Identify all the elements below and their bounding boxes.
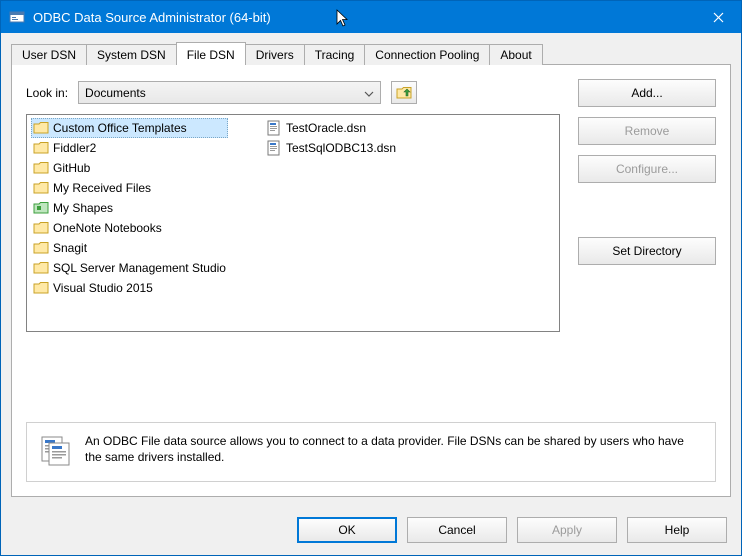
tabstrip: User DSN System DSN File DSN Drivers Tra… bbox=[11, 41, 731, 65]
help-button[interactable]: Help bbox=[627, 517, 727, 543]
folder-icon bbox=[33, 120, 49, 136]
tab-connection-pooling[interactable]: Connection Pooling bbox=[364, 44, 490, 65]
list-item[interactable]: Fiddler2 bbox=[31, 138, 228, 158]
folder-icon bbox=[33, 260, 49, 276]
chevron-down-icon bbox=[364, 86, 374, 100]
item-label: TestSqlODBC13.dsn bbox=[286, 141, 396, 155]
list-item[interactable]: TestOracle.dsn bbox=[264, 118, 398, 138]
item-label: My Shapes bbox=[53, 201, 113, 215]
lookin-value: Documents bbox=[85, 86, 146, 100]
set-directory-button[interactable]: Set Directory bbox=[578, 237, 716, 265]
dsn-file-icon bbox=[266, 120, 282, 136]
apply-button[interactable]: Apply bbox=[517, 517, 617, 543]
close-button[interactable] bbox=[695, 1, 741, 33]
lookin-combo[interactable]: Documents bbox=[78, 81, 381, 104]
folder-icon bbox=[33, 240, 49, 256]
add-button[interactable]: Add... bbox=[578, 79, 716, 107]
folder-up-button[interactable] bbox=[391, 81, 417, 104]
dsn-info-icon bbox=[39, 433, 73, 467]
item-label: Custom Office Templates bbox=[53, 121, 187, 135]
window-title: ODBC Data Source Administrator (64-bit) bbox=[33, 10, 271, 25]
list-item[interactable]: Snagit bbox=[31, 238, 228, 258]
lookin-label: Look in: bbox=[26, 86, 68, 100]
folder-icon bbox=[33, 180, 49, 196]
folder-icon bbox=[33, 220, 49, 236]
list-item[interactable]: My Shapes bbox=[31, 198, 228, 218]
folder-icon bbox=[33, 280, 49, 296]
app-icon bbox=[9, 9, 25, 25]
item-label: GitHub bbox=[53, 161, 90, 175]
file-list-col2: TestOracle.dsn TestSqlODBC13.dsn bbox=[264, 118, 398, 158]
dialog-footer: OK Cancel Apply Help bbox=[1, 507, 741, 555]
tab-file-dsn[interactable]: File DSN bbox=[176, 42, 246, 65]
info-text: An ODBC File data source allows you to c… bbox=[85, 433, 703, 465]
item-label: SQL Server Management Studio bbox=[53, 261, 226, 275]
folder-icon bbox=[33, 160, 49, 176]
item-label: My Received Files bbox=[53, 181, 151, 195]
dsn-file-icon bbox=[266, 140, 282, 156]
client-area: User DSN System DSN File DSN Drivers Tra… bbox=[1, 33, 741, 507]
folder-icon bbox=[33, 140, 49, 156]
tab-system-dsn[interactable]: System DSN bbox=[86, 44, 177, 65]
list-item[interactable]: Custom Office Templates bbox=[31, 118, 228, 138]
ok-button[interactable]: OK bbox=[297, 517, 397, 543]
item-label: TestOracle.dsn bbox=[286, 121, 366, 135]
tab-tracing[interactable]: Tracing bbox=[304, 44, 366, 65]
list-item[interactable]: TestSqlODBC13.dsn bbox=[264, 138, 398, 158]
item-label: OneNote Notebooks bbox=[53, 221, 162, 235]
cursor-icon bbox=[336, 9, 352, 32]
list-item[interactable]: Visual Studio 2015 bbox=[31, 278, 228, 298]
lookin-row: Look in: Documents Add... Remov bbox=[26, 81, 716, 104]
item-label: Visual Studio 2015 bbox=[53, 281, 153, 295]
file-list-col1: Custom Office Templates Fiddler2 GitHub bbox=[31, 118, 228, 298]
remove-button[interactable]: Remove bbox=[578, 117, 716, 145]
list-item[interactable]: My Received Files bbox=[31, 178, 228, 198]
info-box: An ODBC File data source allows you to c… bbox=[26, 422, 716, 482]
file-list[interactable]: Custom Office Templates Fiddler2 GitHub bbox=[26, 114, 560, 332]
tab-about[interactable]: About bbox=[489, 44, 542, 65]
odbc-admin-window: ODBC Data Source Administrator (64-bit) … bbox=[0, 0, 742, 556]
titlebar[interactable]: ODBC Data Source Administrator (64-bit) bbox=[1, 1, 741, 33]
item-label: Snagit bbox=[53, 241, 87, 255]
file-dsn-panel: Look in: Documents Add... Remov bbox=[11, 64, 731, 497]
side-buttons: Add... Remove Configure... Set Directory bbox=[578, 79, 716, 265]
shapes-folder-icon bbox=[33, 200, 49, 216]
tab-user-dsn[interactable]: User DSN bbox=[11, 44, 87, 65]
list-item[interactable]: OneNote Notebooks bbox=[31, 218, 228, 238]
item-label: Fiddler2 bbox=[53, 141, 96, 155]
list-item[interactable]: SQL Server Management Studio bbox=[31, 258, 228, 278]
cancel-button[interactable]: Cancel bbox=[407, 517, 507, 543]
tab-drivers[interactable]: Drivers bbox=[245, 44, 305, 65]
configure-button[interactable]: Configure... bbox=[578, 155, 716, 183]
list-item[interactable]: GitHub bbox=[31, 158, 228, 178]
